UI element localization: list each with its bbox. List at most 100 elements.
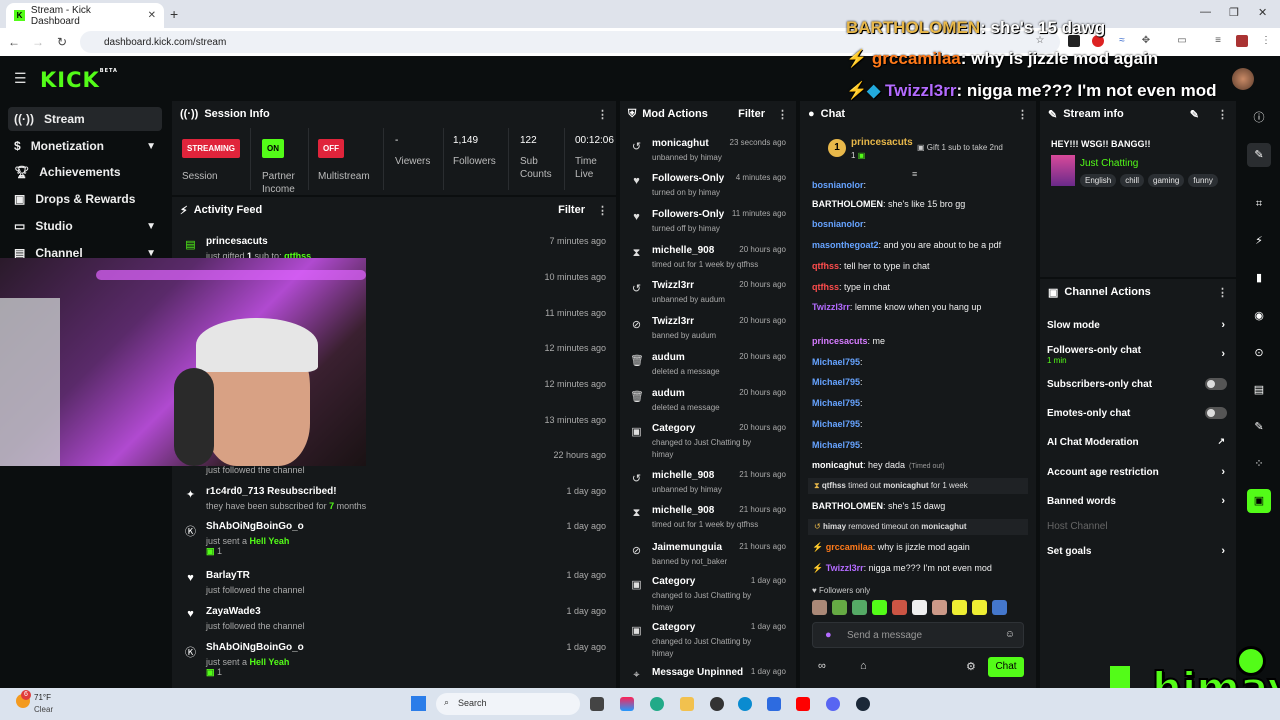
emotes-only-action[interactable]: Emotes-only chat (1047, 407, 1229, 419)
copilot-icon[interactable] (620, 697, 634, 711)
close-window-icon[interactable]: ✕ (1258, 6, 1267, 19)
slow-mode-action[interactable]: Slow mode › (1047, 319, 1229, 331)
tag-chip[interactable]: funny (1188, 174, 1218, 187)
tag-chip[interactable]: gaming (1148, 174, 1185, 187)
followers-only-action[interactable]: Followers-only chat 1 min › (1047, 345, 1229, 365)
sidebar-item-studio[interactable]: ▭ Studio ▼ (8, 214, 162, 238)
account-age-action[interactable]: Account age restriction › (1047, 466, 1229, 478)
chat-icon[interactable]: ◉ (1247, 304, 1271, 328)
chat-username[interactable]: Michael795 (812, 377, 860, 387)
menu-dots-icon[interactable]: ⋮ (1260, 35, 1272, 47)
chat-users-icon[interactable]: ∞ (818, 660, 826, 672)
activity-filter-button[interactable]: Filter (558, 204, 585, 216)
emote-icon[interactable] (992, 600, 1007, 615)
more-options-icon[interactable]: ⋮ (1217, 108, 1228, 121)
close-tab-icon[interactable]: ✕ (148, 10, 156, 21)
wrench-icon[interactable]: ✎ (1247, 415, 1271, 439)
emoji-icon[interactable]: ☺ (1005, 629, 1015, 640)
sidebar-item-stream[interactable]: ((·)) Stream (8, 107, 162, 131)
youtube-icon[interactable] (796, 697, 810, 711)
taskbar-search[interactable]: Search ⌕ (436, 693, 580, 715)
edge-icon[interactable] (738, 697, 752, 711)
info-icon[interactable]: ⓘ (1247, 106, 1271, 130)
reload-icon[interactable]: ↻ (50, 35, 74, 49)
bolt-icon[interactable]: ⚡︎ (1247, 229, 1271, 253)
emote-icon[interactable] (932, 600, 947, 615)
windows-start-icon[interactable] (411, 696, 426, 711)
file-explorer-icon[interactable] (680, 697, 694, 711)
emote-icon[interactable] (852, 600, 867, 615)
tag-chip[interactable]: English (1080, 174, 1117, 187)
send-chat-button[interactable]: Chat (988, 657, 1024, 677)
back-icon[interactable]: ← (2, 35, 26, 49)
task-view-icon[interactable] (590, 697, 604, 711)
store-icon[interactable] (767, 697, 781, 711)
emote-icon[interactable] (812, 600, 827, 615)
emote-icon[interactable] (892, 600, 907, 615)
sidebar-item-drops[interactable]: ▣ Drops & Rewards (8, 187, 162, 211)
steam-icon[interactable] (856, 697, 870, 711)
apps-icon[interactable]: ⁘ (1247, 452, 1271, 476)
layout-icon[interactable]: ▤ (1247, 378, 1271, 402)
emote-icon[interactable] (912, 600, 927, 615)
chat-username[interactable]: Michael795 (812, 357, 860, 367)
chrome-icon[interactable] (650, 697, 664, 711)
chat-username[interactable]: BARTHOLOMEN (812, 199, 883, 209)
kick-app-icon[interactable]: ▣ (1247, 489, 1271, 513)
more-options-icon[interactable]: ⋮ (597, 108, 608, 121)
broadcast-icon[interactable]: ⊙ (1247, 341, 1271, 365)
chat-username[interactable]: Twizzl3rr (812, 302, 850, 312)
new-tab-icon[interactable]: + (170, 6, 178, 22)
obs-icon[interactable] (710, 697, 724, 711)
ai-moderation-action[interactable]: AI Chat Moderation ↗ (1047, 436, 1229, 448)
hamburger-menu-icon[interactable]: ☰ (14, 70, 27, 87)
chat-settings-gear-icon[interactable]: ⚙ (966, 660, 976, 673)
forward-icon[interactable]: → (26, 35, 50, 49)
chat-username[interactable]: qtfhss (812, 282, 839, 292)
chat-username[interactable]: bosnianolor (812, 219, 864, 229)
more-options-icon[interactable]: ⋮ (777, 108, 788, 121)
subscribers-only-action[interactable]: Subscribers-only chat (1047, 378, 1229, 390)
top-gifter-name[interactable]: princesacuts (851, 137, 913, 148)
subscribers-only-toggle[interactable] (1205, 378, 1227, 390)
chat-username[interactable]: Michael795 (812, 440, 860, 450)
emote-icon[interactable] (872, 600, 887, 615)
minimize-icon[interactable]: — (1200, 6, 1211, 18)
store-icon[interactable]: ⌂ (860, 660, 867, 672)
crop-icon[interactable]: ⌗ (1247, 192, 1271, 216)
chat-username[interactable]: qtfhss (812, 261, 839, 271)
gift-sub-prompt[interactable]: ▣ Gift 1 sub to take 2nd (917, 143, 1003, 152)
multistream-stat[interactable]: OFF Multistream (318, 139, 370, 183)
emote-icon[interactable] (832, 600, 847, 615)
chat-username[interactable]: princesacuts (812, 336, 868, 346)
edit-pencil-icon[interactable]: ✎ (1190, 108, 1199, 121)
tag-chip[interactable]: chill (1120, 174, 1145, 187)
browser-tab[interactable]: K Stream - Kick Dashboard ✕ (6, 3, 164, 28)
chat-username[interactable]: masonthegoat2 (812, 240, 879, 250)
more-options-icon[interactable]: ⋮ (1217, 286, 1228, 299)
extension-icon[interactable]: ≈ (1116, 35, 1128, 47)
collapse-pinned-icon[interactable]: ≡ (912, 169, 917, 179)
extensions-puzzle-icon[interactable]: ✥ (1140, 35, 1152, 47)
chat-username[interactable]: monicaghut (812, 460, 863, 470)
cast-icon[interactable]: ▭ (1176, 35, 1188, 47)
kick-logo[interactable]: KICKBETA (40, 68, 118, 92)
banned-words-action[interactable]: Banned words › (1047, 495, 1229, 507)
chat-input[interactable]: ● Send a message ☺ (812, 622, 1024, 648)
discord-icon[interactable] (826, 697, 840, 711)
maximize-icon[interactable]: ❐ (1229, 6, 1239, 19)
chat-username[interactable]: Michael795 (812, 398, 860, 408)
panel-icon[interactable]: ▮ (1247, 266, 1271, 290)
category-name[interactable]: Just Chatting (1080, 158, 1138, 169)
user-avatar[interactable] (1232, 68, 1254, 90)
more-options-icon[interactable]: ⋮ (597, 204, 608, 217)
set-goals-action[interactable]: Set goals › (1047, 545, 1229, 557)
emote-icon[interactable] (972, 600, 987, 615)
edit-icon[interactable]: ✎ (1247, 143, 1271, 167)
microphone-icon[interactable]: ● (825, 629, 832, 641)
sidebar-item-monetization[interactable]: $ Monetization ▼ (8, 134, 162, 158)
emote-icon[interactable] (952, 600, 967, 615)
chat-username[interactable]: Michael795 (812, 419, 860, 429)
emotes-only-toggle[interactable] (1205, 407, 1227, 419)
partner-stat[interactable]: ON Partner Income (262, 139, 295, 196)
